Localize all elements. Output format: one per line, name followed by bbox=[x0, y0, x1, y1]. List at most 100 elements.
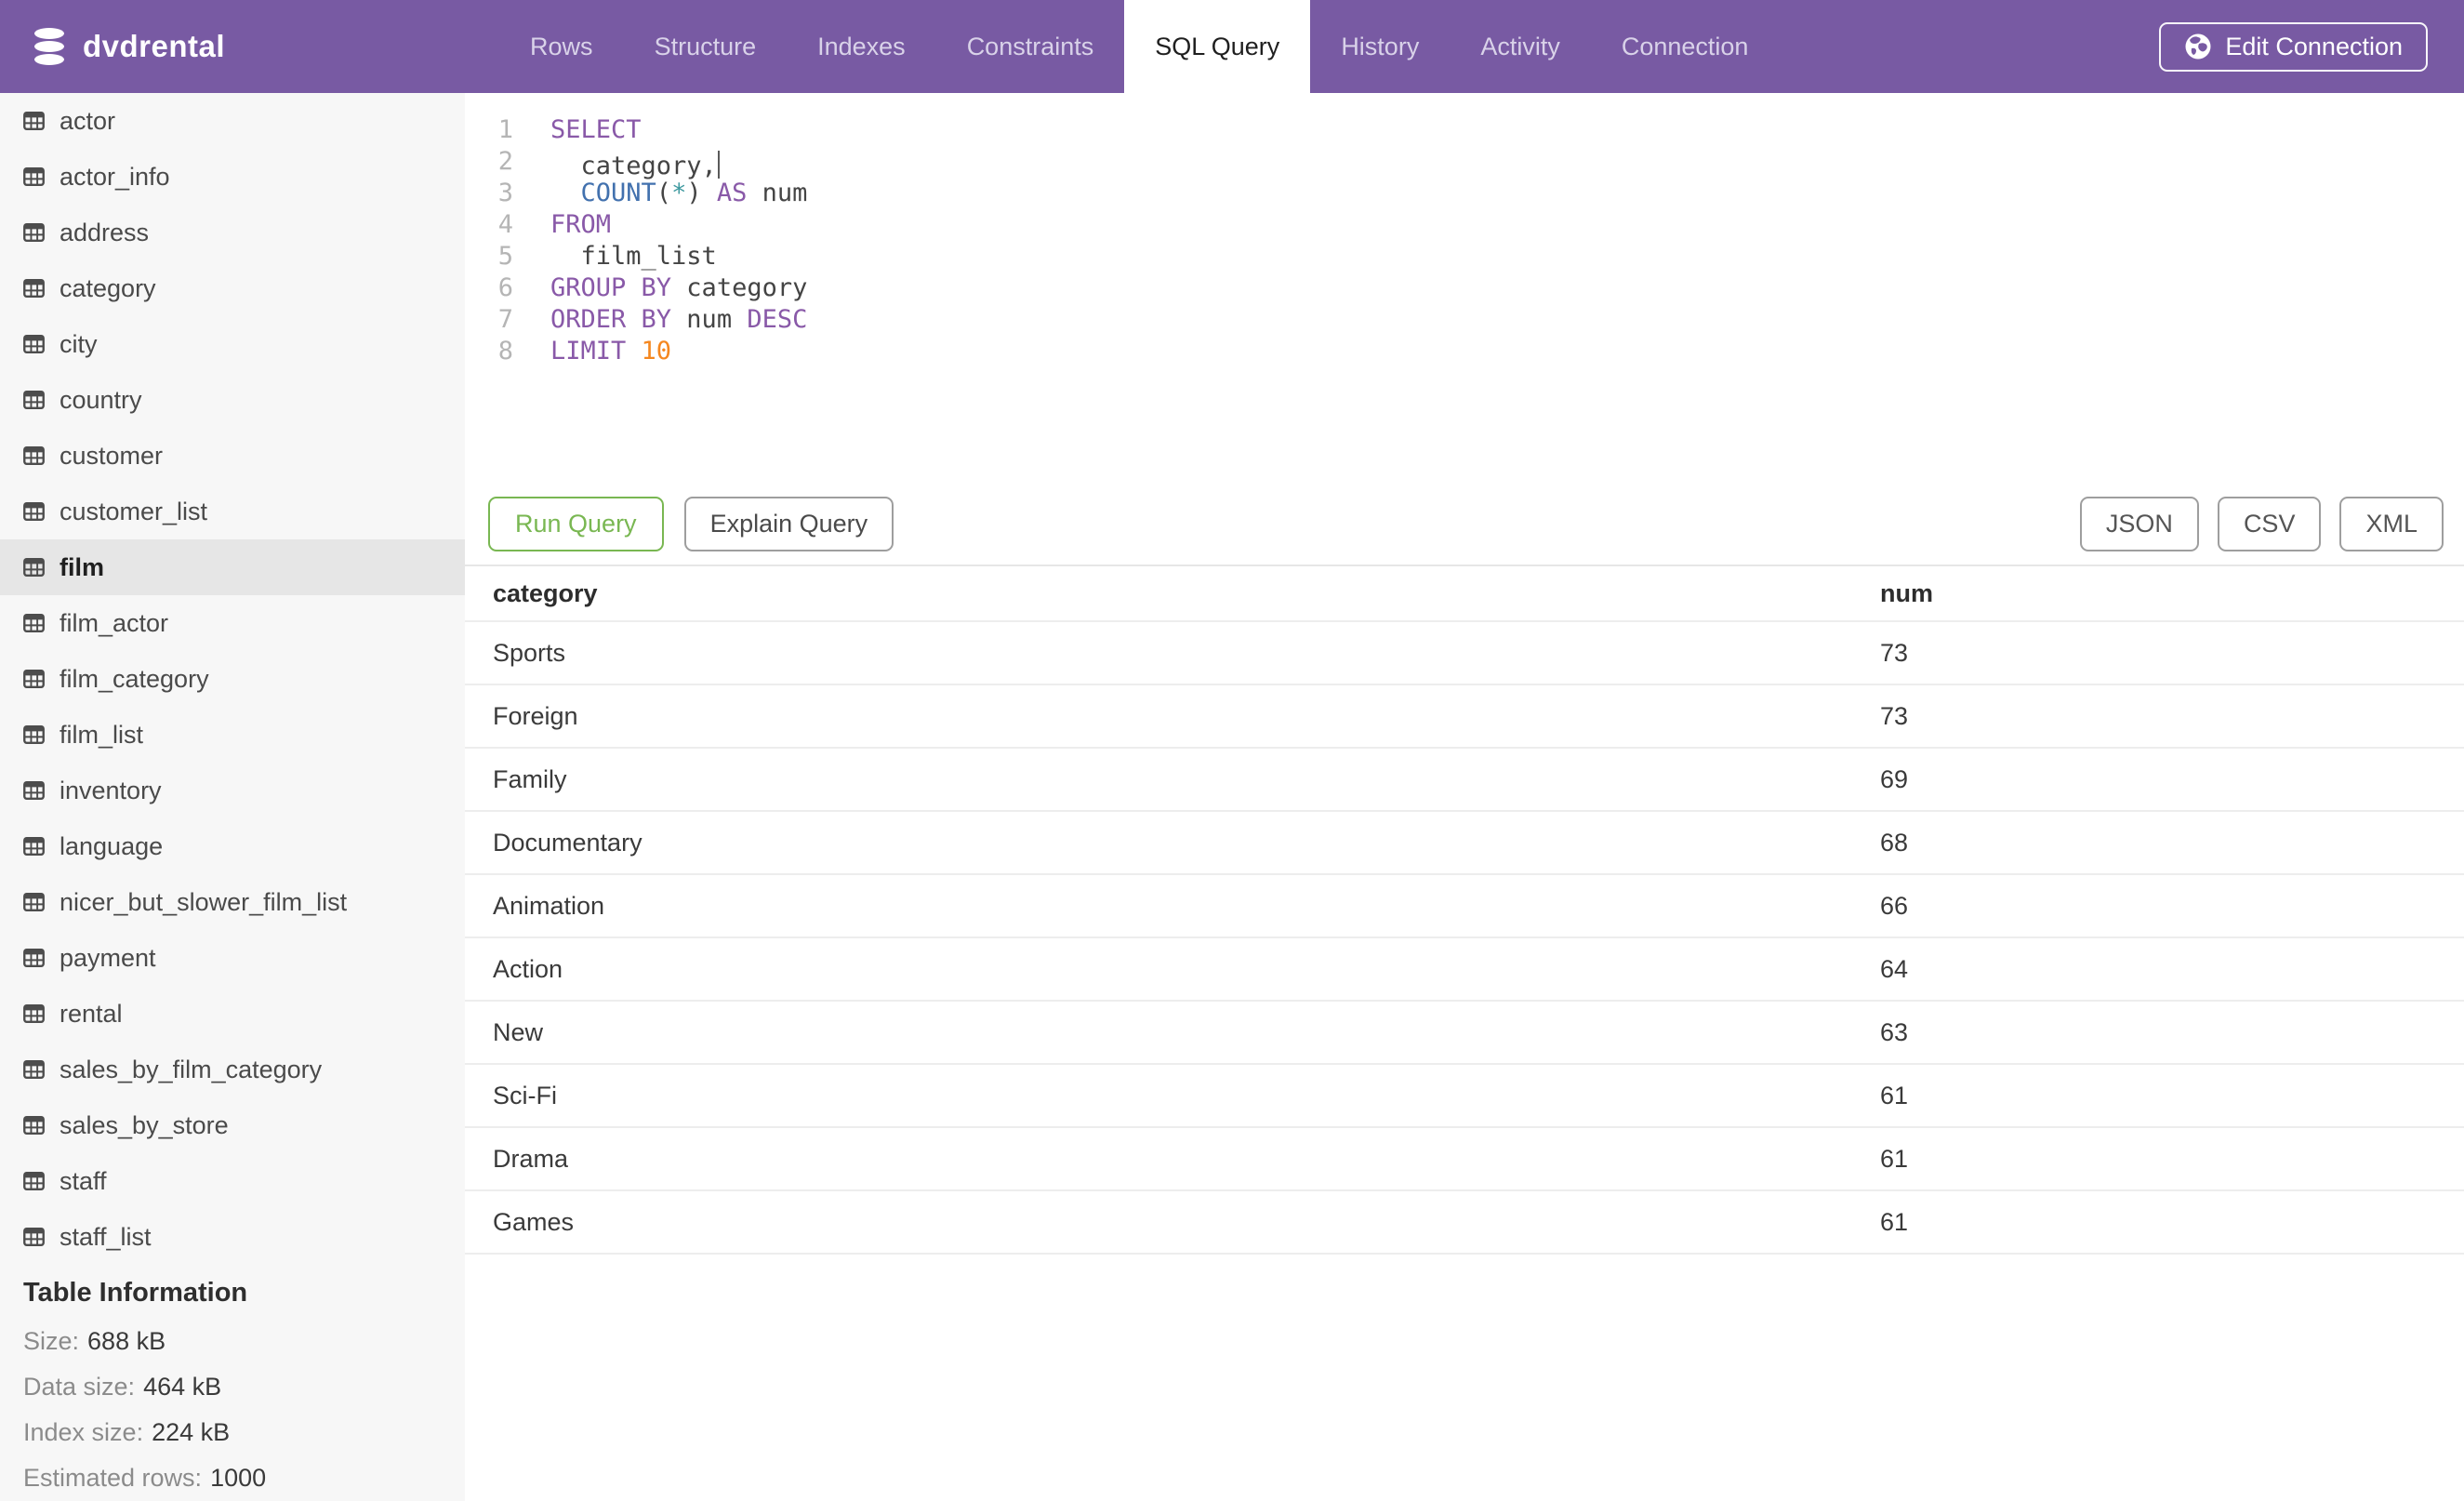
table-cell: New bbox=[465, 1001, 1852, 1065]
table-icon bbox=[23, 446, 45, 465]
table-cell: 68 bbox=[1852, 811, 2464, 875]
sidebar-item-staff-list[interactable]: staff_list bbox=[0, 1209, 465, 1265]
sidebar-item-actor[interactable]: actor bbox=[0, 93, 465, 149]
table-cell: Action bbox=[465, 937, 1852, 1002]
sidebar-item-sales-by-store[interactable]: sales_by_store bbox=[0, 1097, 465, 1153]
tab-history[interactable]: History bbox=[1310, 0, 1450, 93]
query-actions: Run Query Explain Query JSON CSV XML bbox=[465, 497, 2464, 551]
export-xml-button[interactable]: XML bbox=[2339, 497, 2444, 551]
tab-structure[interactable]: Structure bbox=[624, 0, 788, 93]
table-row: Animation 66 bbox=[465, 874, 2464, 938]
tab-constraints[interactable]: Constraints bbox=[936, 0, 1125, 93]
sidebar-item-city[interactable]: city bbox=[0, 316, 465, 372]
info-value: 688 kB bbox=[87, 1327, 166, 1355]
sidebar: actor actor_info address category city c… bbox=[0, 93, 465, 1501]
table-name-label: actor bbox=[60, 106, 116, 135]
code-content: SELECT bbox=[550, 115, 642, 144]
sidebar-item-customer[interactable]: customer bbox=[0, 428, 465, 484]
table-icon bbox=[23, 279, 45, 298]
table-cell: Animation bbox=[465, 874, 1852, 938]
table-row: Action 64 bbox=[465, 937, 2464, 1002]
table-name-label: customer bbox=[60, 441, 164, 470]
tab-sql-query[interactable]: SQL Query bbox=[1124, 0, 1311, 93]
sidebar-item-inventory[interactable]: inventory bbox=[0, 763, 465, 818]
table-icon bbox=[23, 112, 45, 130]
table-row: Drama 61 bbox=[465, 1127, 2464, 1191]
sidebar-item-language[interactable]: language bbox=[0, 818, 465, 874]
table-row: Family 69 bbox=[465, 748, 2464, 812]
table-information-heading: Table Information bbox=[23, 1277, 248, 1308]
table-info-row: Size: 688 kB bbox=[23, 1319, 442, 1364]
table-name-label: address bbox=[60, 218, 150, 246]
table-icon bbox=[23, 502, 45, 521]
run-query-button[interactable]: Run Query bbox=[488, 497, 664, 551]
code-content: category, bbox=[550, 146, 721, 180]
tab-rows[interactable]: Rows bbox=[499, 0, 624, 93]
table-row: Documentary 68 bbox=[465, 811, 2464, 875]
table-name-label: film bbox=[60, 552, 105, 581]
sidebar-item-rental[interactable]: rental bbox=[0, 986, 465, 1042]
edit-connection-button[interactable]: Edit Connection bbox=[2159, 21, 2428, 72]
table-cell: 61 bbox=[1852, 1064, 2464, 1128]
table-name-label: actor_info bbox=[60, 162, 170, 191]
table-name-label: country bbox=[60, 385, 142, 414]
code-line: 2 category, bbox=[465, 146, 2464, 180]
results-table: category num Sports 73 Foreign 73 Family 69 Doc… bbox=[465, 566, 2464, 1255]
table-cell: Foreign bbox=[465, 684, 1852, 749]
sidebar-item-nicer-but-slower-film-list[interactable]: nicer_but_slower_film_list bbox=[0, 874, 465, 930]
table-icon bbox=[23, 670, 45, 688]
sidebar-item-customer-list[interactable]: customer_list bbox=[0, 484, 465, 539]
table-row: Sci-Fi 61 bbox=[465, 1064, 2464, 1128]
code-line: 7 ORDER BY num DESC bbox=[465, 304, 2464, 336]
tab-activity[interactable]: Activity bbox=[1450, 0, 1591, 93]
explain-query-button[interactable]: Explain Query bbox=[683, 497, 894, 551]
table-icon bbox=[23, 1172, 45, 1190]
info-label: Size: bbox=[23, 1327, 80, 1355]
code-content: FROM bbox=[550, 210, 612, 239]
table-icon bbox=[23, 558, 45, 577]
code-content: ORDER BY num DESC bbox=[550, 305, 808, 334]
table-name-label: staff_list bbox=[60, 1222, 152, 1251]
sidebar-item-address[interactable]: address bbox=[0, 205, 465, 260]
export-json-button[interactable]: JSON bbox=[2079, 497, 2199, 551]
tab-connection[interactable]: Connection bbox=[1591, 0, 1780, 93]
sidebar-item-category[interactable]: category bbox=[0, 260, 465, 316]
table-icon bbox=[23, 1060, 45, 1079]
sidebar-item-film[interactable]: film bbox=[0, 539, 465, 595]
table-cell: Sci-Fi bbox=[465, 1064, 1852, 1128]
table-cell: 63 bbox=[1852, 1001, 2464, 1065]
sidebar-item-actor-info[interactable]: actor_info bbox=[0, 149, 465, 205]
table-cell: 73 bbox=[1852, 621, 2464, 685]
info-label: Index size: bbox=[23, 1418, 144, 1446]
sql-editor[interactable]: 1 SELECT 2 category, 3 COUNT(*) AS num 4 FROM… bbox=[465, 93, 2464, 484]
table-cell: 64 bbox=[1852, 937, 2464, 1002]
info-value: 224 kB bbox=[152, 1418, 231, 1446]
globe-icon bbox=[2185, 33, 2211, 60]
table-cell: 69 bbox=[1852, 748, 2464, 812]
nav-tabs: Rows Structure Indexes Constraints SQL Query… bbox=[499, 0, 1779, 93]
table-cell: 73 bbox=[1852, 684, 2464, 749]
info-label: Estimated rows: bbox=[23, 1464, 203, 1492]
sidebar-item-staff[interactable]: staff bbox=[0, 1153, 465, 1209]
line-number: 4 bbox=[497, 210, 513, 239]
table-cell: 61 bbox=[1852, 1190, 2464, 1255]
table-cell: 66 bbox=[1852, 874, 2464, 938]
sidebar-item-payment[interactable]: payment bbox=[0, 930, 465, 986]
line-number: 3 bbox=[497, 179, 513, 207]
sidebar-item-film-actor[interactable]: film_actor bbox=[0, 595, 465, 651]
table-cell: Sports bbox=[465, 621, 1852, 685]
tab-indexes[interactable]: Indexes bbox=[787, 0, 936, 93]
page-layout: actor actor_info address category city c… bbox=[0, 93, 2464, 1501]
sidebar-item-sales-by-film-category[interactable]: sales_by_film_category bbox=[0, 1042, 465, 1097]
sidebar-item-country[interactable]: country bbox=[0, 372, 465, 428]
table-name-label: payment bbox=[60, 943, 156, 972]
export-csv-button[interactable]: CSV bbox=[2217, 497, 2322, 551]
database-name: dvdrental bbox=[83, 29, 226, 63]
sidebar-item-film-list[interactable]: film_list bbox=[0, 707, 465, 763]
database-brand: dvdrental bbox=[0, 0, 225, 93]
code-content: GROUP BY category bbox=[550, 273, 808, 302]
table-name-label: inventory bbox=[60, 776, 162, 804]
sidebar-item-film-category[interactable]: film_category bbox=[0, 651, 465, 707]
table-icon bbox=[23, 1004, 45, 1023]
table-name-label: film_actor bbox=[60, 608, 169, 637]
